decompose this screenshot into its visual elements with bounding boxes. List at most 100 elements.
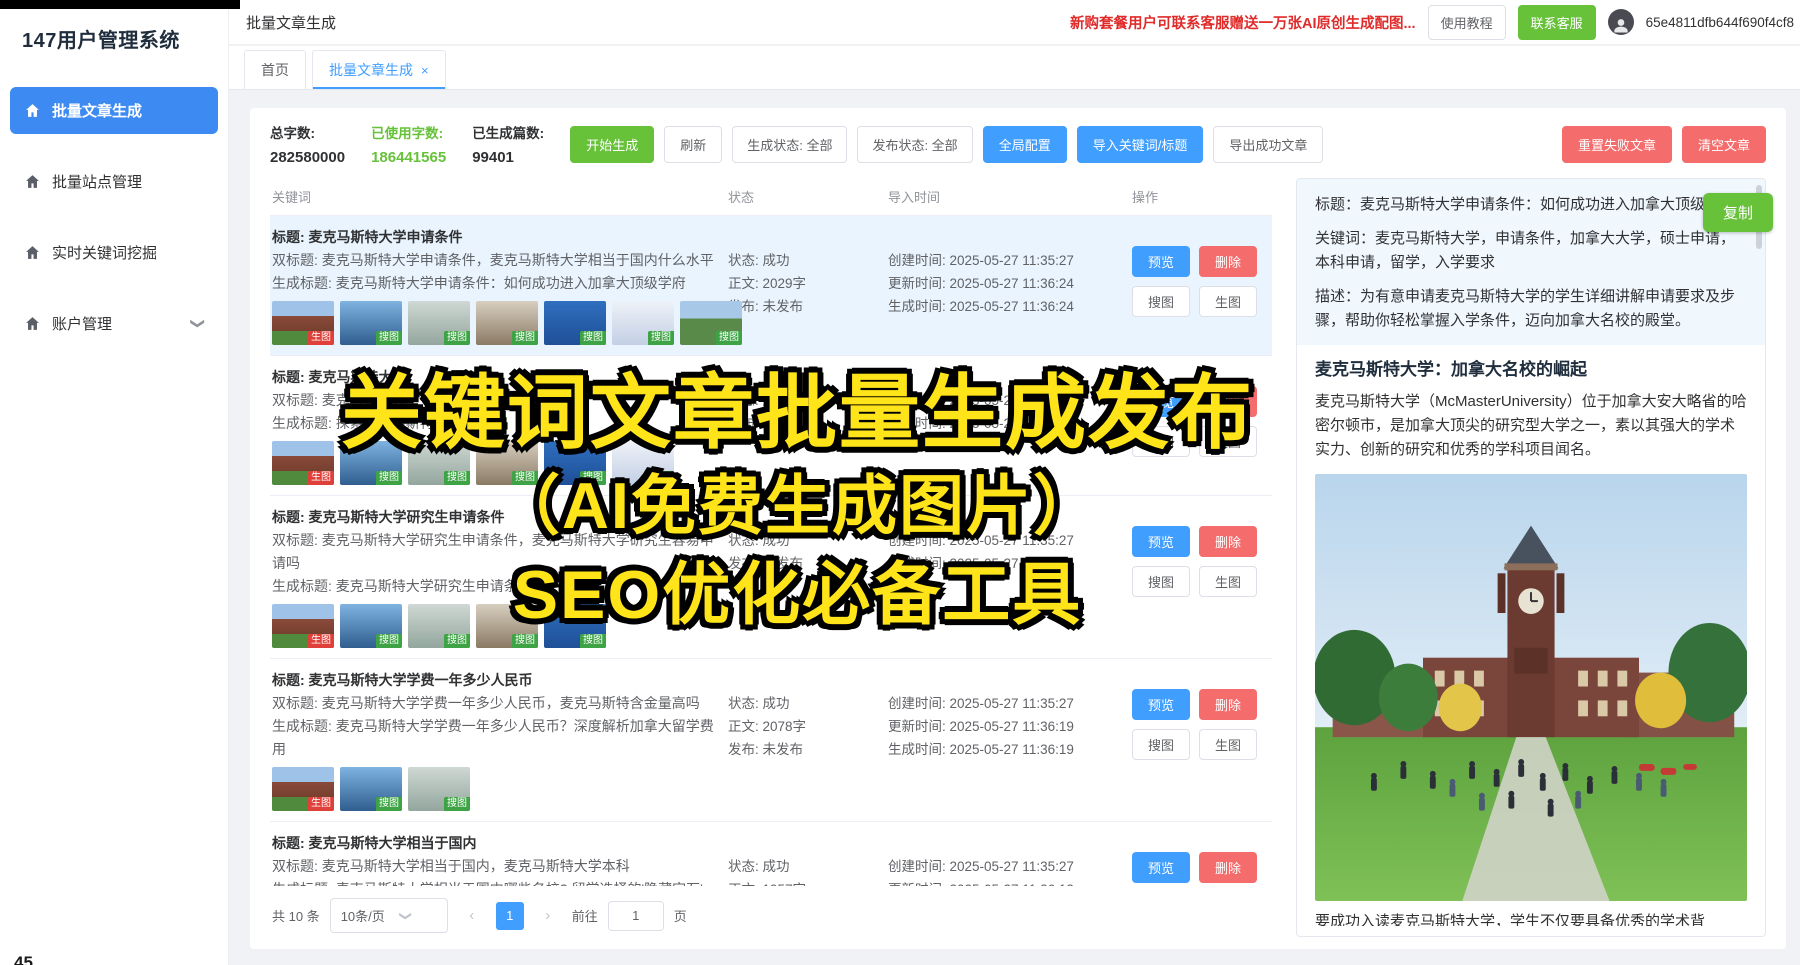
chevron-down-icon: ❯ [190,318,207,330]
article-thumbnail[interactable]: 搜图 [408,604,470,648]
refresh-button[interactable]: 刷新 [664,126,722,163]
preview-button[interactable]: 预览 [1132,246,1190,277]
search-image-button[interactable]: 搜图 [1132,729,1190,760]
table-row[interactable]: 标题: 麦克马斯特大学研究生申请条件双标题: 麦克马斯特大学研究生申请条件，麦克… [270,496,1272,659]
article-thumbnail[interactable]: 搜图 [408,301,470,345]
article-thumbnail[interactable]: 搜图 [612,441,674,485]
stat-total-words: 总字数: 282580000 [270,122,345,166]
time-line: 生成时间: 2025-05-27 11:36:24 [888,295,1120,318]
status-cell: 状态: 成功正文: 1957字 [728,832,876,886]
tab-batch-article[interactable]: 批量文章生成 × [312,50,446,89]
generate-status-select[interactable]: 生成状态: 全部 [732,126,847,163]
start-generate-button[interactable]: 开始生成 [570,126,654,163]
clear-articles-button[interactable]: 清空文章 [1682,126,1766,163]
preview-button[interactable]: 预览 [1132,852,1190,883]
article-thumbnail[interactable]: 生图 [272,767,334,811]
import-keywords-button[interactable]: 导入关键词/标题 [1077,126,1204,163]
time-line: 创建时间: 2025-05-27 11:35:27 [888,389,1120,412]
generate-image-button[interactable]: 生图 [1199,426,1257,457]
article-thumbnail[interactable]: 搜图 [476,441,538,485]
time-line: 创建时间: 2025-05-27 11:35:27 [888,855,1120,878]
table-row[interactable]: 标题: 麦克马斯特大学相当于国内双标题: 麦克马斯特大学相当于国内，麦克马斯特大… [270,822,1272,886]
contact-support-button[interactable]: 联系客服 [1518,5,1596,40]
article-thumbnail[interactable]: 搜图 [340,767,402,811]
delete-button[interactable]: 删除 [1199,386,1257,417]
export-success-button[interactable]: 导出成功文章 [1213,126,1323,163]
delete-button[interactable]: 删除 [1199,852,1257,883]
thumbnail-badge: 搜图 [512,331,538,345]
table-row[interactable]: 标题: 麦克马斯特大学双标题: 麦克马斯特大生成标题: 探索麦克马斯特大学生图搜… [270,356,1272,496]
delete-button[interactable]: 删除 [1199,526,1257,557]
actions-cell: 预览删除搜图生图 [1132,669,1268,811]
tab-batch-article-label: 批量文章生成 [329,60,413,80]
copy-button[interactable]: 复制 [1703,193,1773,232]
article-thumbnail[interactable]: 搜图 [544,604,606,648]
delete-button[interactable]: 删除 [1199,246,1257,277]
sidebar-item-3[interactable]: 实时关键词挖掘 [10,229,218,276]
generate-image-button[interactable]: 生图 [1199,566,1257,597]
article-thumbnail[interactable]: 搜图 [476,301,538,345]
stat-value: 99401 [472,149,544,166]
tab-home[interactable]: 首页 [244,50,306,89]
preview-paragraph: 麦克马斯特大学（McMasterUniversity）位于加拿大安大略省的哈密尔… [1315,390,1747,462]
status-line: 正文: 1957字 [728,878,876,886]
article-thumbnail[interactable]: 搜图 [544,301,606,345]
sidebar-item-4[interactable]: 账户管理❯ [10,300,218,347]
search-image-button[interactable]: 搜图 [1132,566,1190,597]
status-line: 状态: 成功 [728,529,876,552]
article-thumbnail[interactable]: 搜图 [612,301,674,345]
table-rows: 标题: 麦克马斯特大学申请条件双标题: 麦克马斯特大学申请条件，麦克马斯特大学相… [270,216,1272,886]
sidebar-item-2[interactable]: 批量站点管理 [10,158,218,205]
preview-body: 麦克马斯特大学：加拿大名校的崛起 麦克马斯特大学（McMasterUnivers… [1297,345,1765,936]
status-line: 状态: 成功 [728,692,876,715]
current-page-button[interactable]: 1 [496,902,524,930]
sidebar-item-1[interactable]: 批量文章生成 [10,87,218,134]
actions-cell: 预览删除搜图生图 [1132,506,1268,648]
goto-page-input[interactable] [608,901,664,931]
prev-page-button[interactable]: ‹ [458,902,486,930]
time-line: 创建时间: 2025-05-27 11:35:27 [888,692,1120,715]
search-image-button[interactable]: 搜图 [1132,426,1190,457]
next-page-button[interactable]: › [534,902,562,930]
tutorial-button[interactable]: 使用教程 [1428,5,1506,40]
global-config-button[interactable]: 全局配置 [983,126,1067,163]
article-thumbnail[interactable]: 搜图 [340,604,402,648]
close-icon[interactable]: × [421,63,429,78]
article-thumbnail[interactable]: 搜图 [476,604,538,648]
delete-button[interactable]: 删除 [1199,689,1257,720]
article-thumbnail[interactable]: 生图 [272,441,334,485]
reset-failed-button[interactable]: 重置失败文章 [1562,126,1672,163]
publish-status-select[interactable]: 发布状态: 全部 [857,126,972,163]
article-thumbnail[interactable]: 搜图 [340,301,402,345]
preview-button[interactable]: 预览 [1132,526,1190,557]
article-thumbnail[interactable]: 搜图 [408,441,470,485]
search-image-button[interactable]: 搜图 [1132,286,1190,317]
per-page-select[interactable]: 10条/页 ❯ [330,898,448,933]
article-thumbnail[interactable]: 搜图 [340,441,402,485]
article-thumbnail[interactable]: 搜图 [544,441,606,485]
status-line: 发布: 未发布 [728,552,876,575]
promo-notice[interactable]: 新购套餐用户可联系客服赠送一万张AI原创生成配图... [1070,12,1416,33]
preview-button[interactable]: 预览 [1132,689,1190,720]
table-row[interactable]: 标题: 麦克马斯特大学学费一年多少人民币双标题: 麦克马斯特大学学费一年多少人民… [270,659,1272,822]
status-line: 发布: 未发布 [728,295,876,318]
generate-image-button[interactable]: 生图 [1199,286,1257,317]
corner-label: 45 [14,953,33,965]
article-thumbnail[interactable]: 生图 [272,301,334,345]
toolbar-right: 重置失败文章 清空文章 [1562,126,1766,163]
article-thumbnail[interactable]: 搜图 [680,301,742,345]
article-table: 关键词 状态 导入时间 操作 标题: 麦克马斯特大学申请条件双标题: 麦克马斯特… [270,178,1272,937]
thumbnail-badge: 生图 [308,797,334,811]
thumbnail-badge: 搜图 [444,634,470,648]
generate-image-button[interactable]: 生图 [1199,729,1257,760]
stat-label: 已使用字数: [371,122,446,142]
avatar[interactable] [1608,9,1634,35]
article-thumbnail[interactable]: 搜图 [408,767,470,811]
letterbox-strip [0,0,240,9]
thumbnail-badge: 搜图 [648,331,674,345]
preview-button[interactable]: 预览 [1132,386,1190,417]
table-row[interactable]: 标题: 麦克马斯特大学申请条件双标题: 麦克马斯特大学申请条件，麦克马斯特大学相… [270,216,1272,356]
status-line: 发布: 未发布 [728,738,876,761]
article-thumbnail[interactable]: 生图 [272,604,334,648]
preview-bottom-text: 要成功入读麦克马斯特大学，学生不仅要具备优秀的学术背 [1315,911,1747,926]
